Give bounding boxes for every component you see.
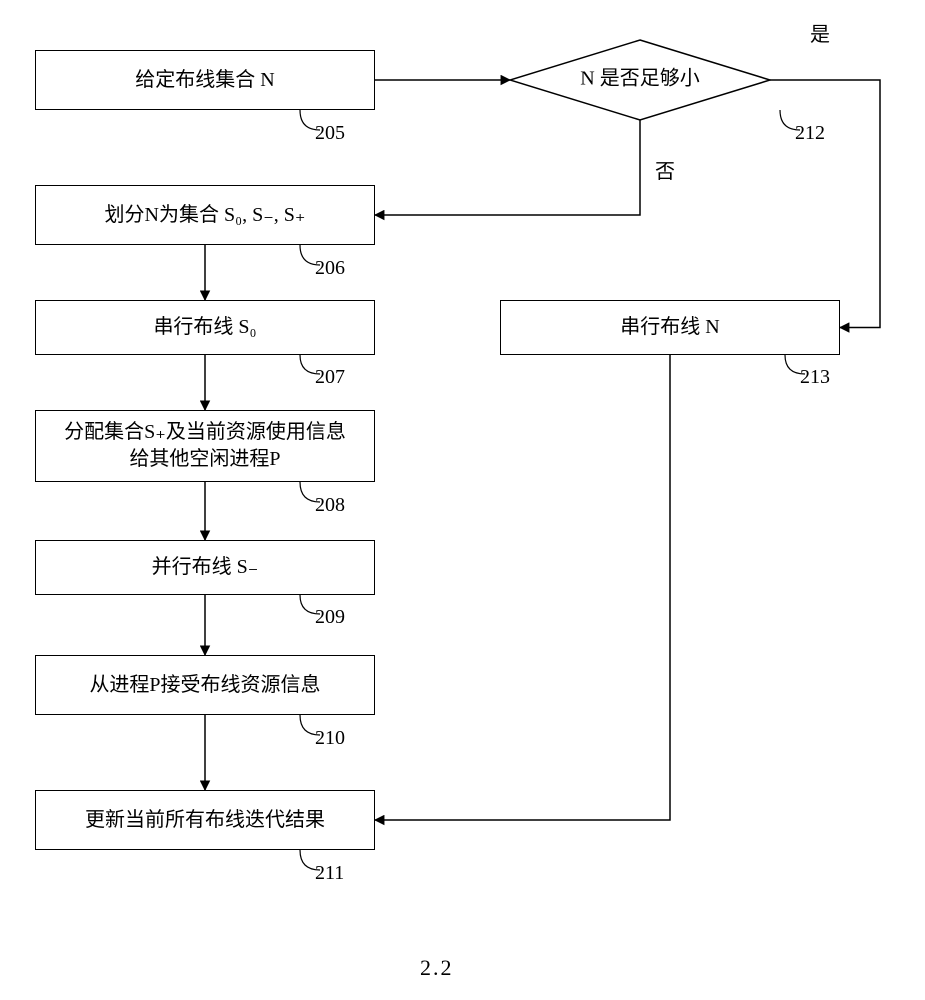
node-212 <box>510 40 770 120</box>
node-209-ref: 209 <box>315 606 345 629</box>
figure-label: 2.2 <box>420 955 454 981</box>
node-212-text: N 是否足够小 <box>580 67 699 90</box>
connector-layer: N 是否足够小 <box>0 0 925 1000</box>
decision-no-label: 否 <box>655 155 675 184</box>
node-209-text: 并行布线 S₋ <box>152 554 259 581</box>
edge-213-211 <box>375 355 670 820</box>
node-207-ref: 207 <box>315 366 345 389</box>
edge-212-213-yes <box>770 80 880 328</box>
node-206-ref: 206 <box>315 257 345 280</box>
node-208: 分配集合S₊及当前资源使用信息 给其他空闲进程P <box>35 410 375 482</box>
node-206-text: 划分N为集合 S₀, S₋, S₊ <box>105 202 306 229</box>
node-212-ref: 212 <box>795 122 825 145</box>
node-205: 给定布线集合 N <box>35 50 375 110</box>
node-211: 更新当前所有布线迭代结果 <box>35 790 375 850</box>
node-213-text: 串行布线 N <box>620 314 719 341</box>
decision-yes-label: 是 <box>810 18 830 47</box>
flowchart-canvas: 给定布线集合 N 205 划分N为集合 S₀, S₋, S₊ 206 串行布线 … <box>0 0 925 1000</box>
node-205-ref: 205 <box>315 122 345 145</box>
edge-212-206-no <box>375 120 640 215</box>
node-210: 从进程P接受布线资源信息 <box>35 655 375 715</box>
node-211-ref: 211 <box>315 862 344 885</box>
node-213: 串行布线 N <box>500 300 840 355</box>
node-210-ref: 210 <box>315 727 345 750</box>
node-211-text: 更新当前所有布线迭代结果 <box>85 807 325 834</box>
node-206: 划分N为集合 S₀, S₋, S₊ <box>35 185 375 245</box>
node-209: 并行布线 S₋ <box>35 540 375 595</box>
node-213-ref: 213 <box>800 366 830 389</box>
node-205-text: 给定布线集合 N <box>135 67 274 94</box>
node-208-ref: 208 <box>315 494 345 517</box>
node-210-text: 从进程P接受布线资源信息 <box>89 672 320 699</box>
node-207-text: 串行布线 S₀ <box>153 314 256 341</box>
node-208-text: 分配集合S₊及当前资源使用信息 给其他空闲进程P <box>64 419 346 473</box>
node-207: 串行布线 S₀ <box>35 300 375 355</box>
